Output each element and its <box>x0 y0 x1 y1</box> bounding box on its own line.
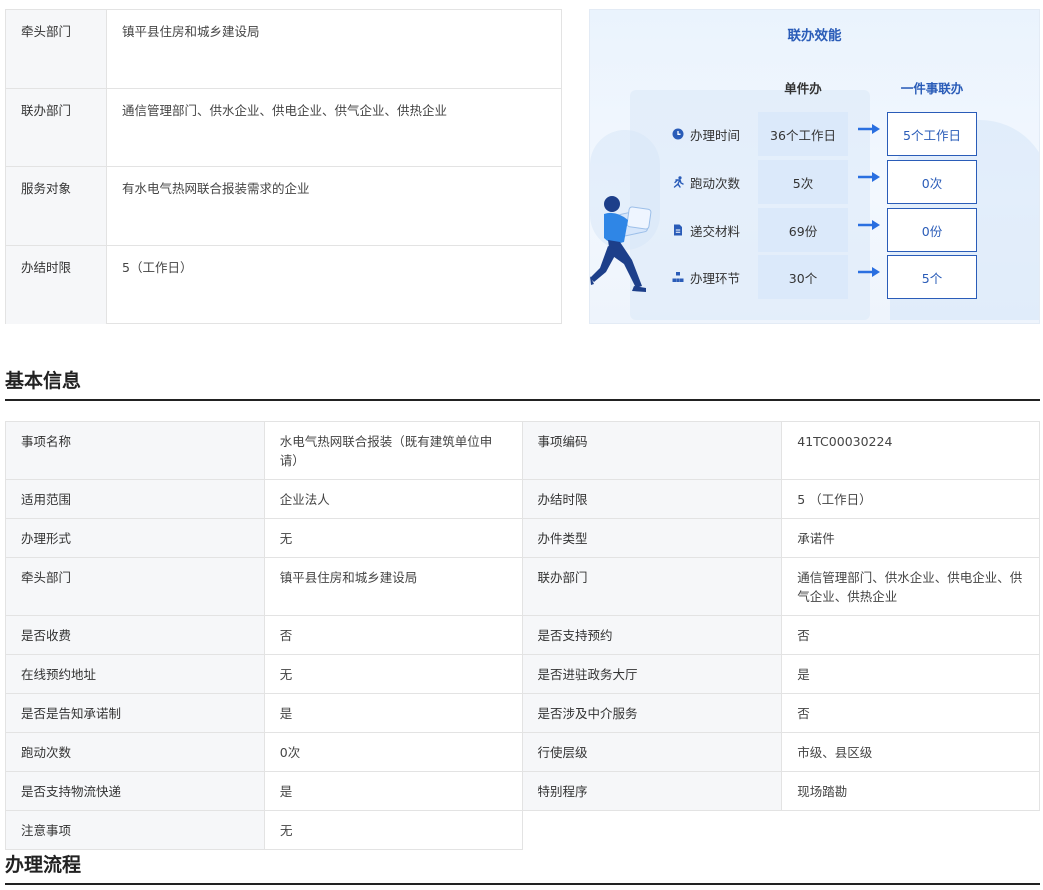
field-label: 是否支持物流快递 <box>6 772 265 810</box>
table-row: 是否支持物流快递 是 特别程序 现场踏勘 <box>6 772 1040 811</box>
table-row: 在线预约地址 无 是否进驻政务大厅 是 <box>6 655 1040 694</box>
summary-value: 通信管理部门、供水企业、供电企业、供气企业、供热企业 <box>122 102 448 118</box>
field-label: 是否是告知承诺制 <box>6 694 265 732</box>
joint-value: 5个 <box>887 255 977 299</box>
efficiency-row-label: 跑动次数 <box>690 175 741 191</box>
field-value: 市级、县区级 <box>782 733 1040 771</box>
single-value: 5次 <box>758 160 848 204</box>
field-value: 通信管理部门、供水企业、供电企业、供气企业、供热企业 <box>782 558 1040 615</box>
field-label: 行使层级 <box>522 733 783 771</box>
field-value: 0次 <box>264 733 523 771</box>
summary-value: 镇平县住房和城乡建设局 <box>122 24 260 39</box>
right-arrow-icon <box>858 124 880 134</box>
summary-label: 服务对象 <box>6 167 107 245</box>
field-label: 特别程序 <box>522 772 783 810</box>
field-label: 事项名称 <box>6 422 265 479</box>
basic-info-table: 事项名称 水电气热网联合报装（既有建筑单位申请） 事项编码 41TC000302… <box>5 421 1040 850</box>
table-row: 办理形式 无 办件类型 承诺件 <box>6 519 1040 558</box>
field-label: 是否进驻政务大厅 <box>522 655 783 693</box>
field-value: 是 <box>264 772 523 810</box>
single-column-header: 单件办 <box>784 81 822 96</box>
field-label: 跑动次数 <box>6 733 265 771</box>
right-arrow-icon <box>858 267 880 277</box>
field-label: 是否收费 <box>6 616 265 654</box>
summary-table: 牵头部门 镇平县住房和城乡建设局 联办部门 通信管理部门、供水企业、供电企业、供… <box>5 9 562 324</box>
single-value: 30个 <box>758 255 848 299</box>
efficiency-row-label: 办理环节 <box>690 270 741 286</box>
field-label: 办件类型 <box>522 519 783 557</box>
summary-row: 办结时限 5（工作日） <box>6 245 561 324</box>
field-label: 注意事项 <box>6 811 265 850</box>
field-label: 联办部门 <box>522 558 783 615</box>
right-arrow-icon <box>858 172 880 182</box>
joint-value: 0次 <box>887 160 977 204</box>
field-value: 是 <box>264 694 523 732</box>
table-row: 是否收费 否 是否支持预约 否 <box>6 616 1040 655</box>
single-value: 69份 <box>758 208 848 252</box>
summary-value: 有水电气热网联合报装需求的企业 <box>122 181 310 196</box>
efficiency-title: 联办效能 <box>787 28 842 44</box>
field-value: 企业法人 <box>264 480 523 518</box>
field-value: 镇平县住房和城乡建设局 <box>264 558 523 615</box>
section-heading-basic-info: 基本信息 <box>5 366 1040 401</box>
field-label: 适用范围 <box>6 480 265 518</box>
joint-value: 0份 <box>887 208 977 252</box>
table-row: 适用范围 企业法人 办结时限 5 （工作日） <box>6 480 1040 519</box>
joint-column-header: 一件事联办 <box>900 81 964 96</box>
table-row: 跑动次数 0次 行使层级 市级、县区级 <box>6 733 1040 772</box>
field-label: 牵头部门 <box>6 558 265 615</box>
single-value: 36个工作日 <box>758 112 848 156</box>
field-label: 办理形式 <box>6 519 265 557</box>
summary-row: 服务对象 有水电气热网联合报装需求的企业 <box>6 167 561 246</box>
summary-row: 牵头部门 镇平县住房和城乡建设局 <box>6 10 561 89</box>
table-row: 事项名称 水电气热网联合报装（既有建筑单位申请） 事项编码 41TC000302… <box>6 422 1040 480</box>
field-label: 办结时限 <box>522 480 783 518</box>
efficiency-row-label: 办理时间 <box>690 127 741 143</box>
field-value: 现场踏勘 <box>782 772 1040 810</box>
field-value: 41TC00030224 <box>782 422 1040 479</box>
runner-icon <box>673 176 684 188</box>
field-label: 是否涉及中介服务 <box>522 694 783 732</box>
field-label: 事项编码 <box>522 422 783 479</box>
field-label: 在线预约地址 <box>6 655 265 693</box>
summary-label: 办结时限 <box>6 245 107 324</box>
efficiency-row-label: 递交材料 <box>690 223 741 239</box>
summary-label: 牵头部门 <box>6 10 107 88</box>
field-value: 5 （工作日） <box>782 480 1040 518</box>
summary-value: 5（工作日） <box>122 259 193 275</box>
efficiency-panel: 联办效能 单件办 一件事联办 办理时间 36个工作日 5个工作日 跑动次数 5次… <box>589 9 1040 324</box>
table-row: 是否是告知承诺制 是 是否涉及中介服务 否 <box>6 694 1040 733</box>
clock-icon <box>672 128 684 140</box>
table-row: 注意事项 无 <box>6 811 1040 850</box>
efficiency-row: 办理环节 30个 5个 <box>590 255 1039 299</box>
field-value: 无 <box>264 655 523 693</box>
field-value: 否 <box>264 616 523 654</box>
field-value: 否 <box>782 616 1040 654</box>
efficiency-row: 递交材料 69份 0份 <box>590 208 1039 252</box>
field-value: 否 <box>782 694 1040 732</box>
field-value: 承诺件 <box>782 519 1040 557</box>
joint-value: 5个工作日 <box>887 112 977 156</box>
field-value: 无 <box>264 519 523 557</box>
section-heading-process: 办理流程 <box>5 850 1040 885</box>
field-label: 是否支持预约 <box>522 616 783 654</box>
field-value: 是 <box>782 655 1040 693</box>
summary-row: 联办部门 通信管理部门、供水企业、供电企业、供气企业、供热企业 <box>6 88 561 167</box>
field-value: 无 <box>265 811 523 850</box>
field-value: 水电气热网联合报装（既有建筑单位申请） <box>264 422 523 479</box>
right-arrow-icon <box>858 220 880 230</box>
efficiency-row: 办理时间 36个工作日 5个工作日 <box>590 112 1039 156</box>
document-icon <box>674 224 682 236</box>
table-row: 牵头部门 镇平县住房和城乡建设局 联办部门 通信管理部门、供水企业、供电企业、供… <box>6 558 1040 616</box>
flowchart-icon <box>672 272 684 282</box>
summary-label: 联办部门 <box>6 88 107 166</box>
efficiency-row: 跑动次数 5次 0次 <box>590 160 1039 204</box>
